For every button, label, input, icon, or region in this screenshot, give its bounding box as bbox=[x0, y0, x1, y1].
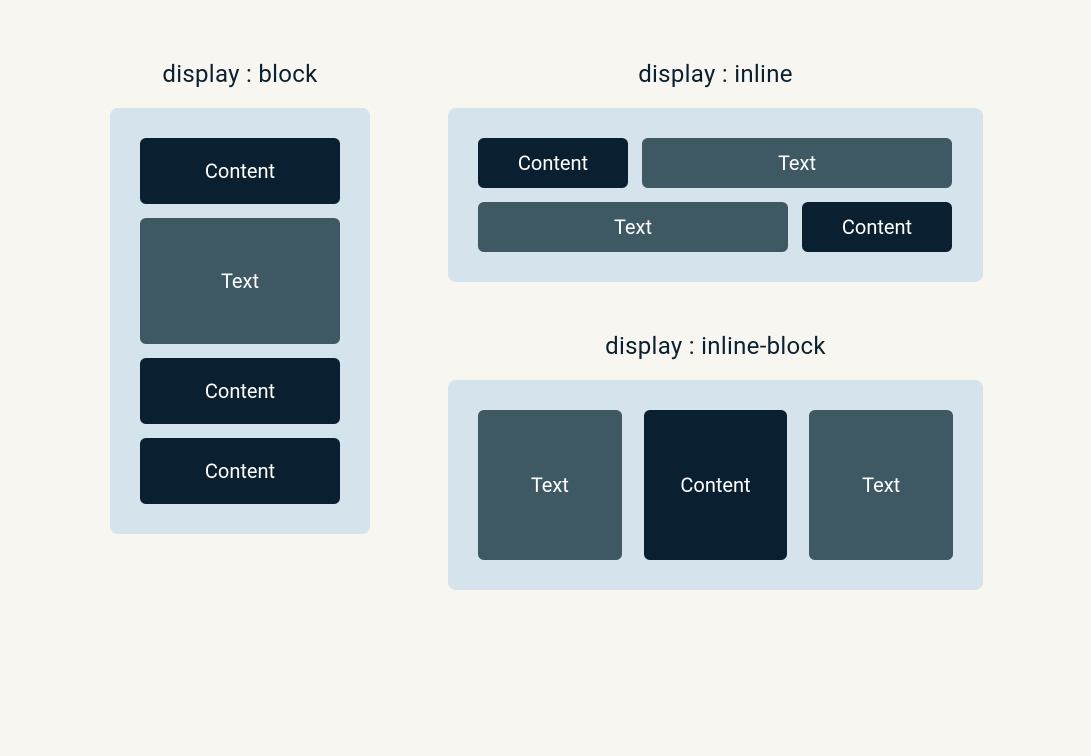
inlineblock-item-label: Content bbox=[680, 473, 750, 497]
inlineblock-container: Text Content Text bbox=[448, 380, 983, 590]
inline-item-0: Content bbox=[478, 138, 628, 188]
block-container: Content Text Content Content bbox=[110, 108, 370, 534]
inlineblock-item-label: Text bbox=[531, 473, 569, 497]
inline-item-label: Content bbox=[842, 215, 912, 239]
block-title: display : block bbox=[162, 60, 317, 88]
inlineblock-item-0: Text bbox=[478, 410, 622, 560]
block-item-2: Content bbox=[140, 358, 340, 424]
inlineblock-item-1: Content bbox=[644, 410, 788, 560]
inline-title: display : inline bbox=[638, 60, 793, 88]
inlineblock-item-2: Text bbox=[809, 410, 953, 560]
block-item-label: Content bbox=[205, 159, 275, 183]
right-column: display : inline ContentTextTextContent … bbox=[440, 60, 991, 696]
inline-item-label: Text bbox=[778, 151, 816, 175]
inline-item-label: Text bbox=[614, 215, 652, 239]
inline-item-label: Content bbox=[518, 151, 588, 175]
block-item-0: Content bbox=[140, 138, 340, 204]
inline-section: display : inline Content Text Text Content bbox=[440, 60, 991, 282]
inline-container: Content Text Text Content bbox=[448, 108, 983, 282]
block-section: display : block ContentTextContentConten… bbox=[100, 60, 380, 696]
inline-item-3: Content bbox=[802, 202, 952, 252]
block-item-label: Content bbox=[205, 459, 275, 483]
inlineblock-item-label: Text bbox=[862, 473, 900, 497]
inline-item-2: Text bbox=[478, 202, 788, 252]
block-item-3: Content bbox=[140, 438, 340, 504]
inlineblock-title: display : inline-block bbox=[605, 332, 826, 360]
block-item-label: Content bbox=[205, 379, 275, 403]
block-item-1: Text bbox=[140, 218, 340, 344]
inlineblock-section: display : inline-block Text Content Text bbox=[440, 332, 991, 590]
block-item-label: Text bbox=[221, 269, 259, 293]
inline-item-1: Text bbox=[642, 138, 952, 188]
